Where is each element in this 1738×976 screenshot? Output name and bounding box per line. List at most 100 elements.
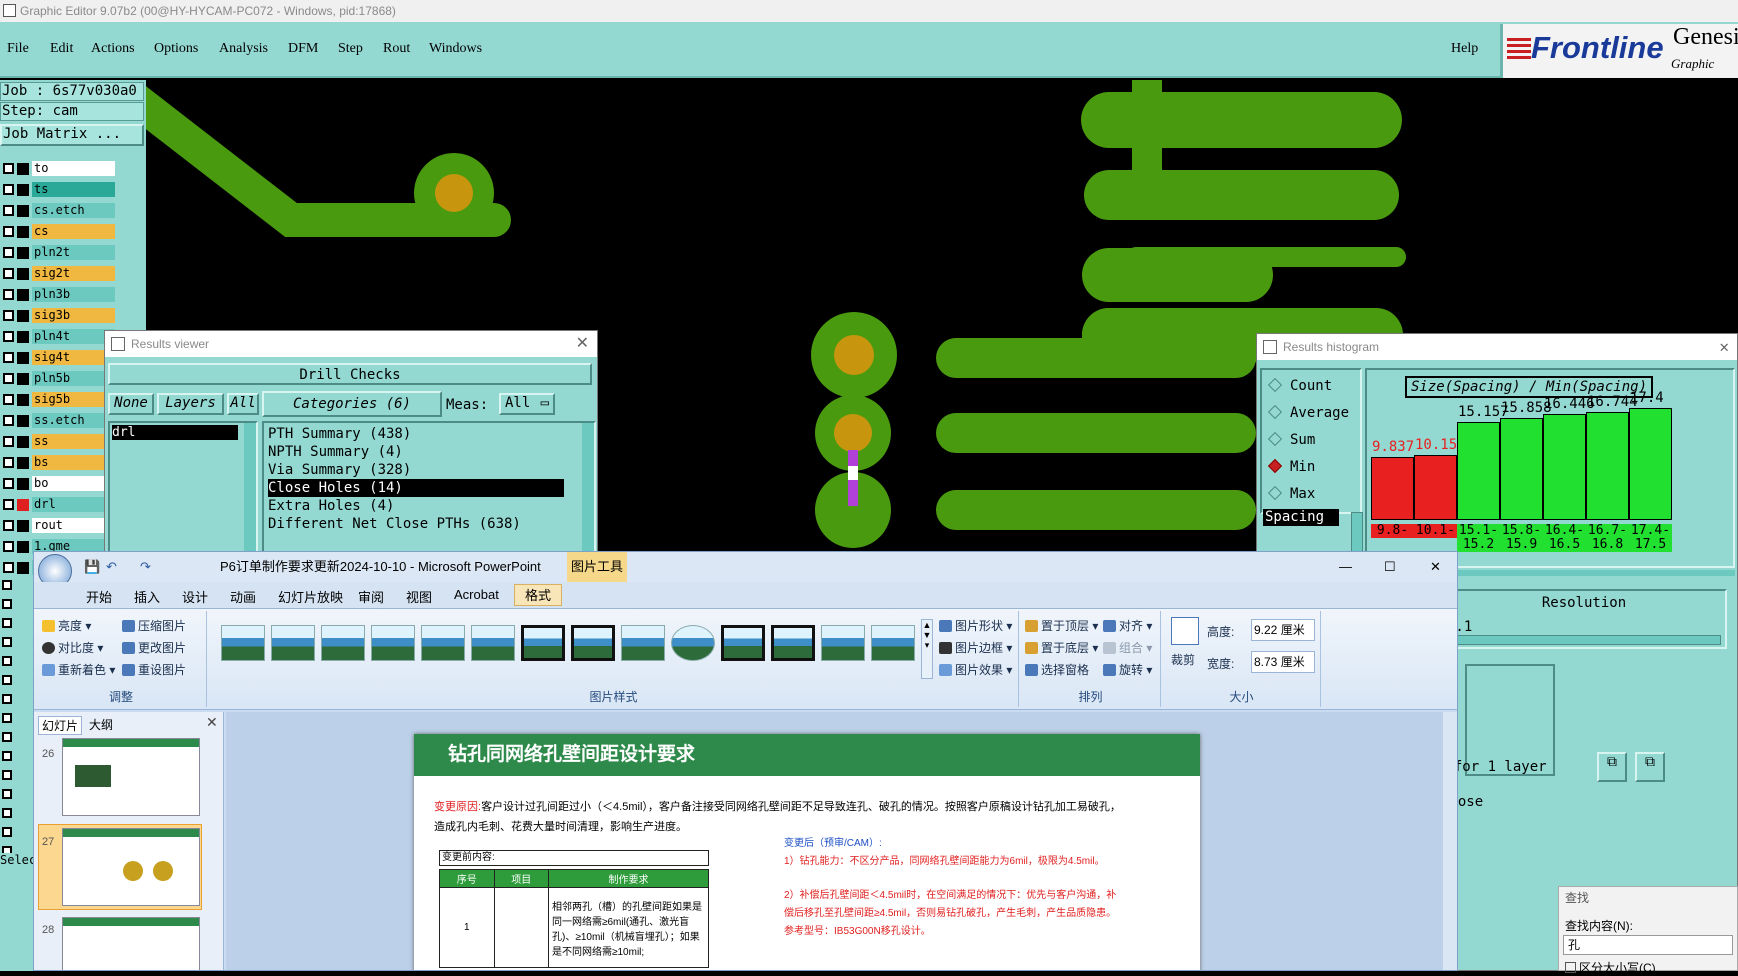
stat-option[interactable]: Min: [1267, 458, 1315, 475]
redo-icon[interactable]: ↷: [140, 552, 151, 582]
stat-option[interactable]: Sum: [1267, 431, 1315, 448]
layer-checkbox[interactable]: [3, 436, 14, 447]
picture-style-thumbnail[interactable]: [771, 625, 815, 661]
layer-name[interactable]: sig4t: [32, 350, 115, 365]
recolor-button[interactable]: 重新着色 ▾: [42, 661, 115, 678]
layer-name[interactable]: pln3b: [32, 287, 115, 302]
menu-file[interactable]: File: [7, 41, 29, 57]
layer-checkbox[interactable]: [3, 268, 14, 279]
ribbon-tab[interactable]: Acrobat: [454, 587, 499, 602]
ribbon-tab[interactable]: 开始: [86, 587, 112, 606]
histogram-bar[interactable]: [1371, 457, 1414, 520]
layer-checkbox[interactable]: [3, 394, 14, 405]
layer-name[interactable]: sig3b: [32, 308, 115, 323]
layer-checkbox[interactable]: [3, 520, 14, 531]
crop-icon[interactable]: [1171, 617, 1199, 645]
picture-style-thumbnail[interactable]: [421, 625, 465, 661]
slides-tab[interactable]: 幻灯片: [38, 716, 83, 735]
reset-picture-button[interactable]: 重设图片: [122, 661, 186, 678]
menu-edit[interactable]: Edit: [50, 41, 73, 57]
layer-checkbox[interactable]: [2, 808, 12, 818]
menu-rout[interactable]: Rout: [383, 41, 410, 57]
layer-result-item[interactable]: drl: [112, 425, 238, 440]
picture-border-button[interactable]: 图片边框 ▾: [939, 639, 1012, 656]
layer-checkbox[interactable]: [2, 618, 12, 628]
layer-checkbox[interactable]: [2, 675, 12, 685]
layer-checkbox[interactable]: [3, 331, 14, 342]
layer-checkbox[interactable]: [3, 499, 14, 510]
height-input[interactable]: 9.22 厘米: [1251, 619, 1315, 641]
layer-checkbox[interactable]: [3, 310, 14, 321]
job-matrix-button[interactable]: Job Matrix ...: [0, 124, 144, 146]
layer-checkbox[interactable]: [3, 415, 14, 426]
layers-button[interactable]: Layers: [157, 393, 224, 415]
layer-checkbox[interactable]: [2, 732, 12, 742]
layer-checkbox[interactable]: [3, 289, 14, 300]
send-back-button[interactable]: 置于底层 ▾: [1025, 639, 1098, 656]
layer-name[interactable]: cs.etch: [32, 203, 115, 218]
layer-checkbox[interactable]: [2, 656, 12, 666]
histogram-bar[interactable]: [1629, 408, 1672, 520]
layer-name[interactable]: to: [32, 161, 115, 176]
layer-checkbox[interactable]: [3, 457, 14, 468]
picture-style-thumbnail[interactable]: [871, 625, 915, 661]
layer-checkbox[interactable]: [3, 478, 14, 489]
layer-name[interactable]: sig5b: [32, 392, 115, 407]
layer-color-swatch[interactable]: [17, 520, 29, 532]
layer-checkbox[interactable]: [2, 599, 12, 609]
layer-color-swatch[interactable]: [17, 163, 29, 175]
layer-checkbox[interactable]: [3, 373, 14, 384]
layer-color-swatch[interactable]: [17, 373, 29, 385]
layer-checkbox[interactable]: [3, 163, 14, 174]
layer-checkbox[interactable]: [2, 694, 12, 704]
vertical-scrollbar[interactable]: [1443, 712, 1457, 970]
none-button[interactable]: None: [108, 393, 154, 415]
category-item[interactable]: Different Net Close PTHs (638): [268, 515, 521, 533]
group-button[interactable]: 组合 ▾: [1103, 639, 1152, 656]
layer-color-swatch[interactable]: [17, 331, 29, 343]
layer-color-swatch[interactable]: [17, 226, 29, 238]
picture-style-thumbnail[interactable]: [671, 625, 715, 661]
layer-checkbox[interactable]: [2, 751, 12, 761]
layer-name[interactable]: rout: [32, 518, 115, 533]
picture-effects-button[interactable]: 图片效果 ▾: [939, 661, 1012, 678]
close-pane-icon[interactable]: ✕: [206, 714, 218, 731]
picture-shape-button[interactable]: 图片形状 ▾: [939, 617, 1012, 634]
layer-name[interactable]: pln2t: [32, 245, 115, 260]
slide-thumbnail[interactable]: [62, 828, 200, 906]
menu-options[interactable]: Options: [154, 41, 198, 57]
change-picture-button[interactable]: 更改图片: [122, 639, 186, 656]
outline-tab[interactable]: 大纲: [86, 716, 116, 733]
menu-help[interactable]: Help: [1451, 41, 1478, 57]
layer-checkbox[interactable]: [2, 770, 12, 780]
layer-row[interactable]: pln3b: [0, 286, 146, 304]
layer-checkbox[interactable]: [2, 637, 12, 647]
layer-checkbox[interactable]: [3, 541, 14, 552]
find-input[interactable]: 孔: [1563, 935, 1733, 955]
ribbon-tab[interactable]: 幻灯片放映: [278, 587, 343, 606]
layer-checkbox[interactable]: [3, 205, 14, 216]
ribbon-tab[interactable]: 插入: [134, 587, 160, 606]
picture-style-thumbnail[interactable]: [471, 625, 515, 661]
picture-style-thumbnail[interactable]: [371, 625, 415, 661]
menu-windows[interactable]: Windows: [429, 41, 482, 57]
picture-style-thumbnail[interactable]: [221, 625, 265, 661]
ribbon-tab[interactable]: 动画: [230, 587, 256, 606]
menu-analysis[interactable]: Analysis: [219, 41, 268, 57]
layer-result-list[interactable]: drl: [108, 421, 258, 557]
layer-color-swatch[interactable]: [17, 415, 29, 427]
ribbon-tab[interactable]: 设计: [182, 587, 208, 606]
meas-dropdown[interactable]: All ▭: [499, 393, 555, 415]
layer-name[interactable]: ss.etch: [32, 413, 115, 428]
picture-style-thumbnail[interactable]: [321, 625, 365, 661]
picture-style-thumbnail[interactable]: [571, 625, 615, 661]
layer-checkbox[interactable]: [2, 713, 12, 723]
layer-checkbox[interactable]: [2, 789, 12, 799]
category-item[interactable]: Via Summary (328): [268, 461, 411, 479]
layer-row[interactable]: sig2t: [0, 265, 146, 283]
category-item[interactable]: Close Holes (14): [268, 479, 564, 497]
save-icon[interactable]: 💾: [84, 552, 100, 582]
histogram-bar[interactable]: [1500, 418, 1543, 520]
histogram-bar[interactable]: [1586, 412, 1629, 520]
align-button[interactable]: 对齐 ▾: [1103, 617, 1152, 634]
